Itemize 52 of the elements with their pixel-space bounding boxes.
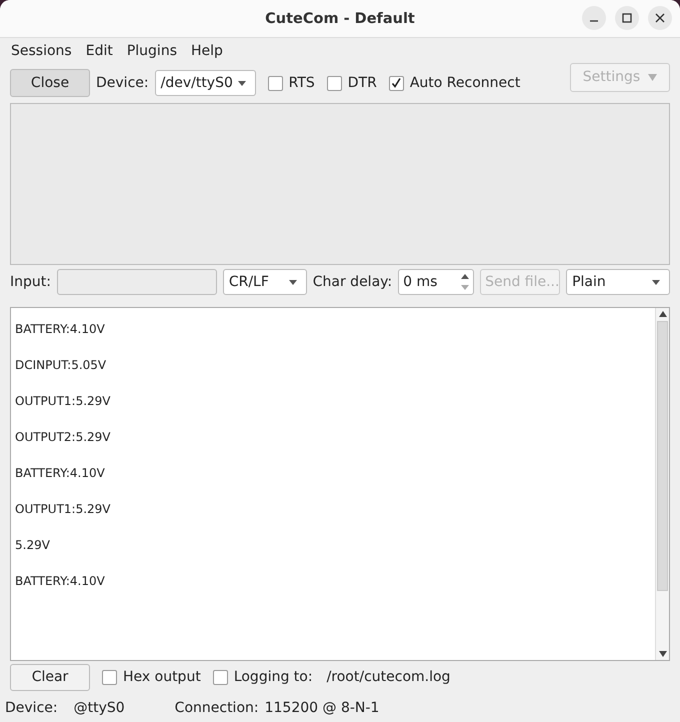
- scroll-down-icon: [658, 651, 666, 657]
- window-title: CuteCom - Default: [265, 10, 415, 26]
- caret-icon: [652, 280, 660, 284]
- status-label: Device:: [5, 700, 58, 716]
- caret-icon: [648, 74, 658, 80]
- output-line: DCINPUT:5.05V: [15, 357, 108, 374]
- format-dropdown[interactable]: Plain: [566, 269, 670, 295]
- checkbox[interactable]: [212, 670, 228, 684]
- line-ending-dropdown[interactable]: CR/LF: [222, 269, 307, 295]
- close-icon: [655, 13, 665, 23]
- spin-arrows-icon: [461, 273, 470, 291]
- checkbox-label: Auto Reconnect: [410, 75, 520, 91]
- output-line: OUTPUT2:5.29V: [15, 429, 112, 446]
- minimize-button[interactable]: [582, 6, 606, 30]
- checkbox[interactable]: [388, 76, 404, 90]
- status-label: Connection:: [174, 700, 259, 716]
- checkbox[interactable]: [102, 670, 117, 684]
- checkbox-label: Hex output: [123, 669, 201, 685]
- input-label: Input:: [10, 274, 51, 290]
- checkbox[interactable]: [268, 76, 283, 90]
- maximize-icon: [622, 13, 632, 23]
- menu-item[interactable]: Edit: [78, 42, 120, 58]
- char-delay-spinbox[interactable]: 0 ms: [398, 269, 474, 295]
- checkbox-label: Logging to:: [234, 669, 313, 685]
- output-line: OUTPUT1:5.29V: [15, 501, 112, 518]
- char-delay-label: Char delay:: [312, 274, 392, 290]
- input-field[interactable]: [56, 269, 217, 295]
- menu-item[interactable]: Help: [184, 42, 230, 58]
- minimize-icon: [589, 20, 599, 22]
- output-line: BATTERY:4.10V: [15, 465, 106, 482]
- menu-item[interactable]: Plugins: [120, 42, 184, 58]
- caret-icon: [238, 80, 246, 86]
- output-line: 5.29V: [15, 537, 51, 554]
- status-value: 115200 @ 8-N-1: [264, 700, 380, 716]
- status-value: @ttyS0: [74, 700, 125, 716]
- scrollbar[interactable]: [655, 308, 669, 660]
- scroll-up-icon: [658, 311, 666, 317]
- output-line: BATTERY:4.10V: [15, 573, 106, 590]
- log-file-path: /root/cutecom.log: [326, 669, 450, 685]
- checkbox-label: RTS: [288, 75, 315, 91]
- device-label: Device:: [96, 75, 149, 91]
- output-line: BATTERY:4.10V: [15, 321, 106, 338]
- menu-item[interactable]: Sessions: [4, 42, 79, 58]
- caret-icon: [288, 280, 297, 284]
- checkbox[interactable]: [326, 76, 342, 90]
- close-port-button[interactable]: Close: [10, 69, 90, 97]
- output-line: OUTPUT1:5.29V: [15, 393, 112, 410]
- device-dropdown[interactable]: /dev/ttyS0: [154, 70, 256, 96]
- clear-button[interactable]: Clear: [10, 664, 90, 690]
- maximize-button[interactable]: [615, 6, 639, 30]
- close-button[interactable]: [648, 6, 672, 30]
- checkbox-label: DTR: [348, 75, 377, 91]
